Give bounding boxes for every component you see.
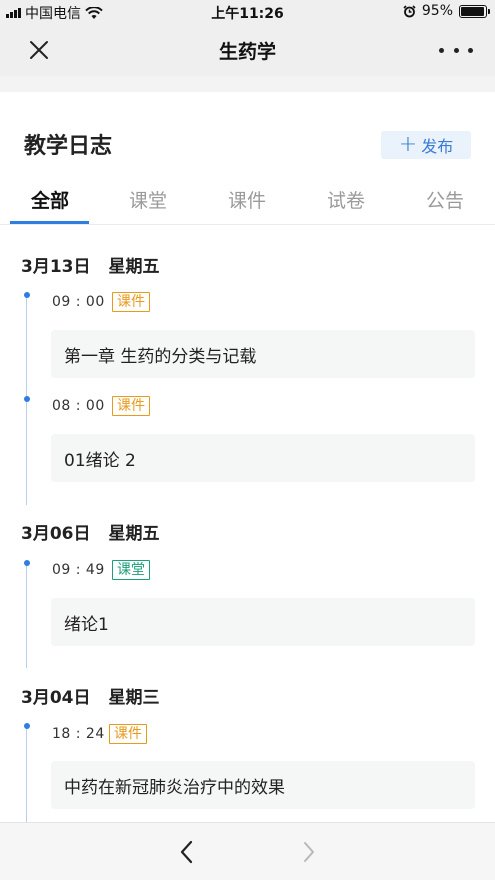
type-badge: 课堂: [112, 560, 150, 580]
tab-exam[interactable]: 试卷: [306, 186, 386, 213]
timeline-dot: [24, 292, 30, 298]
bottom-toolbar: [0, 822, 495, 880]
forward-button[interactable]: [296, 839, 322, 865]
date-header: 3月06日 星期五: [21, 519, 160, 544]
publish-label: 发布: [421, 137, 454, 156]
weekday-label: 星期五: [108, 257, 160, 277]
section-title: 教学日志: [24, 134, 113, 159]
log-entry-card[interactable]: 中药在新冠肺炎治疗中的效果: [51, 761, 475, 809]
publish-button[interactable]: + 发布: [381, 131, 471, 159]
entry-title: 绪论1: [64, 614, 109, 635]
tab-courseware[interactable]: 课件: [207, 186, 287, 213]
more-icon: [439, 47, 444, 53]
plus-icon: +: [398, 132, 418, 157]
date-label: 3月06日: [21, 524, 91, 544]
page-title: 生药学: [218, 41, 276, 63]
chevron-right-icon: [304, 842, 314, 862]
entry-time: 18 : 24: [52, 726, 105, 742]
nav-bar: 生药学: [0, 24, 495, 76]
tab-all[interactable]: 全部: [10, 186, 90, 213]
status-bar: 中国电信 上午11:26 95%: [0, 0, 495, 24]
tab-announcement[interactable]: 公告: [405, 186, 485, 213]
entry-time: 09 : 49: [52, 562, 105, 578]
filter-tabs: 全部 课堂 课件 试卷 公告: [0, 180, 495, 225]
weekday-label: 星期三: [108, 688, 160, 708]
date-header: 3月13日 星期五: [21, 252, 160, 277]
entry-title: 01绪论 2: [64, 450, 136, 471]
timeline-dot: [24, 560, 30, 566]
log-entry-card[interactable]: 01绪论 2: [51, 434, 475, 482]
date-label: 3月04日: [21, 688, 91, 708]
type-badge: 课件: [112, 396, 150, 416]
date-label: 3月13日: [21, 257, 91, 277]
timeline-line: [26, 562, 27, 668]
tab-classroom[interactable]: 课堂: [108, 186, 188, 213]
type-badge: 课件: [112, 292, 150, 312]
log-entry-card[interactable]: 第一章 生药的分类与记载: [51, 330, 475, 378]
entry-title: 第一章 生药的分类与记载: [64, 346, 257, 367]
timeline-dot: [24, 396, 30, 402]
timeline-line: [26, 726, 27, 822]
entry-time: 08 : 00: [52, 398, 105, 414]
entry-time: 09 : 00: [52, 294, 105, 310]
log-entry-card[interactable]: 绪论1: [51, 598, 475, 646]
active-tab-indicator: [10, 221, 89, 224]
battery-icon: [459, 4, 490, 18]
more-button[interactable]: [439, 38, 473, 62]
timeline-dot: [24, 723, 30, 729]
battery-percent: 95%: [421, 3, 453, 19]
weekday-label: 星期五: [108, 524, 160, 544]
alarm-icon: [403, 4, 416, 17]
date-header: 3月04日 星期三: [21, 683, 160, 708]
back-button[interactable]: [174, 839, 200, 865]
type-badge: 课件: [109, 724, 147, 744]
chevron-left-icon: [180, 840, 193, 864]
entry-title: 中药在新冠肺炎治疗中的效果: [64, 777, 285, 798]
